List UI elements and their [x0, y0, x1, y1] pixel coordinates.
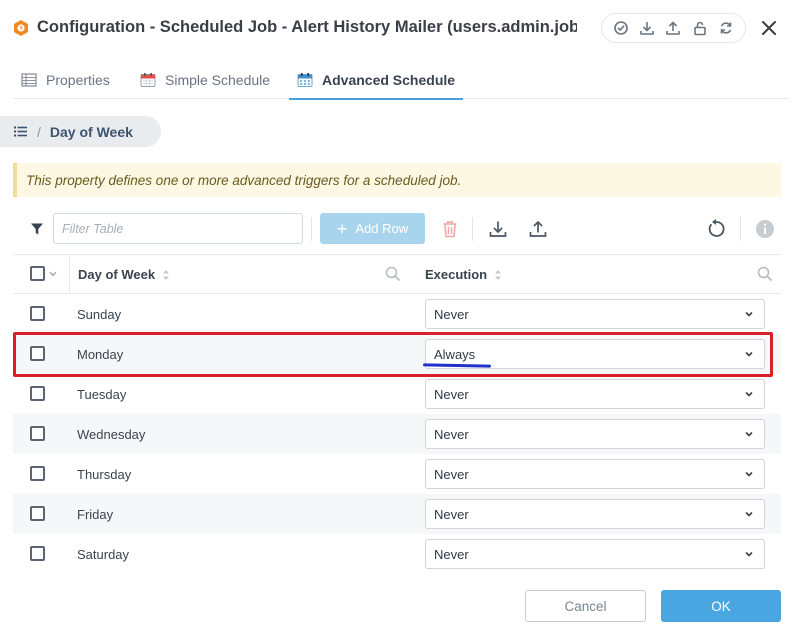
breadcrumb-current: Day of Week	[49, 123, 133, 140]
reset-icon[interactable]	[704, 212, 728, 246]
row-checkbox[interactable]	[30, 346, 45, 361]
tab-properties-label: Properties	[46, 71, 110, 88]
execution-value: Never	[434, 386, 469, 402]
table-header: Day of Week Execution	[13, 254, 781, 294]
info-message: This property defines one or more advanc…	[13, 163, 781, 197]
execution-select[interactable]: Never	[425, 499, 765, 529]
add-row-label: Add Row	[355, 221, 409, 236]
window-title: Configuration - Scheduled Job - Alert Hi…	[37, 18, 577, 36]
tab-properties[interactable]: Properties	[21, 60, 110, 99]
day-cell: Monday	[77, 346, 124, 362]
search-icon[interactable]	[757, 266, 773, 282]
column-label: Day of Week	[78, 267, 156, 282]
ok-button[interactable]: OK	[661, 590, 781, 622]
plus-icon: +	[336, 218, 348, 239]
upload-icon[interactable]	[664, 19, 682, 37]
table-toolbar: + Add Row	[13, 212, 788, 246]
search-icon[interactable]	[385, 266, 401, 282]
delete-icon[interactable]	[438, 212, 462, 246]
sort-icon[interactable]	[494, 269, 502, 281]
title-action-group	[601, 13, 746, 43]
chevron-down-icon	[745, 391, 753, 397]
filter-icon[interactable]	[27, 212, 47, 246]
column-divider	[69, 255, 70, 294]
execution-select[interactable]: Never	[425, 459, 765, 489]
day-cell: Thursday	[77, 466, 132, 482]
sort-icon[interactable]	[162, 269, 170, 281]
execution-select[interactable]: Never	[425, 539, 765, 569]
verify-icon[interactable]	[612, 19, 630, 37]
tab-bar: Properties Simple Schedule Advanced Sche…	[13, 60, 788, 100]
row-checkbox[interactable]	[30, 426, 45, 441]
refresh-icon[interactable]	[717, 19, 735, 37]
chevron-down-icon[interactable]	[49, 271, 57, 277]
row-checkbox[interactable]	[30, 466, 45, 481]
download-icon[interactable]	[486, 212, 510, 246]
execution-value: Never	[434, 546, 469, 562]
execution-select[interactable]: Never	[425, 379, 765, 409]
breadcrumb-separator: /	[37, 123, 41, 140]
chevron-down-icon	[745, 431, 753, 437]
column-header-execution[interactable]: Execution	[425, 255, 502, 294]
row-checkbox[interactable]	[30, 306, 45, 321]
unlock-icon[interactable]	[691, 19, 709, 37]
chevron-down-icon	[745, 551, 753, 557]
breadcrumb: / Day of Week	[0, 116, 161, 147]
filter-table-input[interactable]	[53, 213, 303, 244]
table-row: Saturday Never	[13, 534, 781, 574]
toolbar-divider	[472, 217, 473, 241]
list-icon[interactable]	[14, 126, 27, 137]
day-cell: Tuesday	[77, 386, 127, 402]
toolbar-divider	[311, 217, 312, 241]
download-icon[interactable]	[638, 19, 656, 37]
day-cell: Wednesday	[77, 426, 146, 442]
table-row: Thursday Never	[13, 454, 781, 494]
table-row: Friday Never	[13, 494, 781, 534]
scheduled-job-app-icon	[14, 20, 28, 36]
execution-select[interactable]: Always	[425, 339, 765, 369]
execution-value: Never	[434, 426, 469, 442]
calendar-grid-icon	[297, 72, 313, 87]
chevron-down-icon	[745, 311, 753, 317]
chevron-down-icon	[745, 351, 753, 357]
calendar-icon	[140, 72, 156, 87]
table-row: Monday Always	[13, 334, 781, 374]
execution-select[interactable]: Never	[425, 419, 765, 449]
column-header-day-of-week[interactable]: Day of Week	[78, 255, 170, 294]
day-cell: Saturday	[77, 546, 130, 562]
tab-advanced-schedule[interactable]: Advanced Schedule	[288, 60, 464, 100]
table-row: Sunday Never	[13, 294, 781, 334]
day-cell: Friday	[77, 506, 114, 522]
table-row: Tuesday Never	[13, 374, 781, 414]
tab-advanced-schedule-label: Advanced Schedule	[322, 71, 456, 88]
tab-simple-schedule-label: Simple Schedule	[165, 71, 271, 88]
toolbar-divider	[740, 217, 741, 241]
title-bar: Configuration - Scheduled Job - Alert Hi…	[0, 0, 792, 56]
row-checkbox[interactable]	[30, 546, 45, 561]
execution-value: Never	[434, 306, 469, 322]
add-row-button[interactable]: + Add Row	[320, 213, 425, 244]
day-cell: Sunday	[77, 306, 122, 322]
row-checkbox[interactable]	[30, 386, 45, 401]
row-checkbox[interactable]	[30, 506, 45, 521]
upload-icon[interactable]	[526, 212, 550, 246]
execution-value: Never	[434, 466, 469, 482]
execution-select[interactable]: Never	[425, 299, 765, 329]
select-all-checkbox[interactable]	[30, 266, 45, 281]
execution-value: Never	[434, 506, 469, 522]
table-row: Wednesday Never	[13, 414, 781, 454]
chevron-down-icon	[745, 471, 753, 477]
info-icon[interactable]	[753, 212, 777, 246]
tab-simple-schedule[interactable]: Simple Schedule	[140, 60, 270, 99]
cancel-button[interactable]: Cancel	[525, 590, 646, 622]
table-icon	[21, 72, 37, 87]
chevron-down-icon	[745, 511, 753, 517]
close-icon[interactable]	[758, 17, 780, 39]
execution-value: Always	[434, 346, 476, 362]
column-label: Execution	[425, 267, 488, 282]
